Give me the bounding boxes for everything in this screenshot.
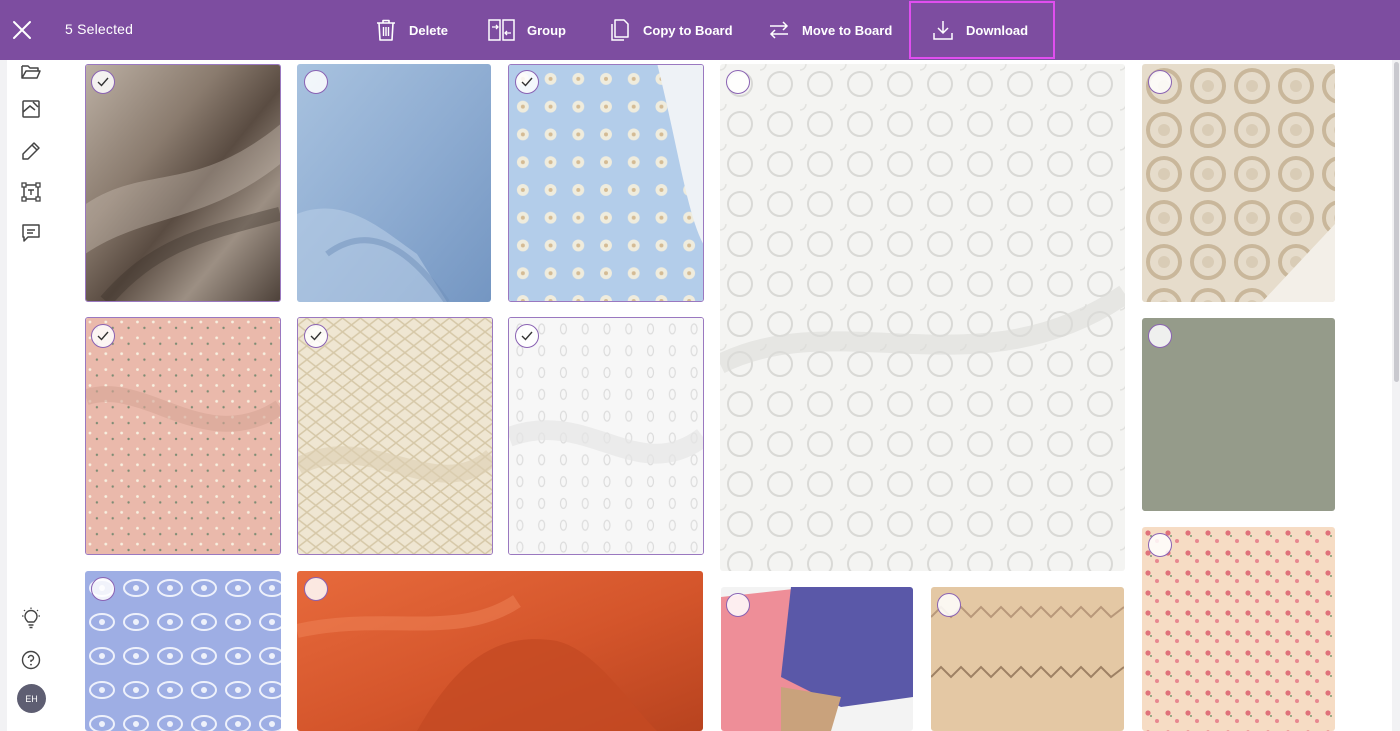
comment-button[interactable] <box>19 221 43 245</box>
copy-to-board-button[interactable]: Copy to Board <box>607 0 733 60</box>
left-tool-rail: EH <box>7 60 56 731</box>
board-canvas <box>56 60 1392 731</box>
tile-select-checkbox[interactable] <box>515 70 539 94</box>
tile-select-checkbox[interactable] <box>304 577 328 601</box>
folder-button[interactable] <box>19 60 43 84</box>
tile-select-checkbox[interactable] <box>937 593 961 617</box>
copy-to-board-label: Copy to Board <box>643 22 733 38</box>
download-icon <box>933 21 953 40</box>
trash-icon <box>377 19 395 41</box>
tile-select-checkbox[interactable] <box>304 324 328 348</box>
sage-green-swatch <box>1142 318 1335 511</box>
lightbulb-icon <box>22 607 40 629</box>
move-to-board-label: Move to Board <box>802 22 893 38</box>
image-tile-orange-twill[interactable] <box>297 571 703 731</box>
swap-arrows-icon <box>769 21 789 39</box>
tile-select-checkbox[interactable] <box>1148 533 1172 557</box>
tile-select-checkbox[interactable] <box>91 577 115 601</box>
close-icon <box>13 21 31 39</box>
check-icon <box>521 331 533 341</box>
image-tile-blue-embroidered[interactable] <box>85 571 281 731</box>
orange-twill-swatch <box>297 571 703 731</box>
tile-select-checkbox[interactable] <box>91 324 115 348</box>
image-tile-white-lace[interactable] <box>720 64 1125 571</box>
comment-icon <box>22 224 40 242</box>
image-tile-cream-knit[interactable] <box>297 317 493 555</box>
board-button[interactable] <box>19 97 43 121</box>
image-tile-brown-satin[interactable] <box>85 64 281 302</box>
group-label: Group <box>527 22 566 38</box>
pink-floral-swatch <box>86 318 280 554</box>
selection-toolbar: 5 Selected Delete Group Copy to Board Mo… <box>0 0 1400 60</box>
tile-select-checkbox[interactable] <box>304 70 328 94</box>
check-icon <box>310 331 322 341</box>
blue-eyelet-swatch <box>509 65 703 301</box>
image-tile-peach-floral[interactable] <box>1142 527 1335 731</box>
tile-select-checkbox[interactable] <box>91 70 115 94</box>
blue-fleece-swatch <box>297 64 491 302</box>
user-avatar[interactable]: EH <box>17 684 46 713</box>
group-icon <box>488 19 515 41</box>
image-tile-blue-fleece[interactable] <box>297 64 491 302</box>
patchwork-swatch <box>721 587 913 731</box>
tile-select-checkbox[interactable] <box>515 324 539 348</box>
text-frame-button[interactable] <box>19 180 43 204</box>
beige-crochet-swatch <box>1142 64 1335 302</box>
image-tile-pink-floral[interactable] <box>85 317 281 555</box>
peach-floral-swatch <box>1142 527 1335 731</box>
draw-button[interactable] <box>19 139 43 163</box>
brown-satin-swatch <box>86 65 280 301</box>
cream-knit-swatch <box>298 318 492 554</box>
download-button[interactable]: Download <box>909 1 1055 59</box>
check-icon <box>97 331 109 341</box>
white-eyelet-swatch <box>509 318 703 554</box>
tile-select-checkbox[interactable] <box>726 70 750 94</box>
check-icon <box>521 77 533 87</box>
check-icon <box>97 77 109 87</box>
vertical-scrollbar[interactable] <box>1394 62 1399 382</box>
folder-icon <box>21 65 41 79</box>
tile-select-checkbox[interactable] <box>726 593 750 617</box>
blue-embroidered-swatch <box>85 571 281 731</box>
download-label: Download <box>966 22 1029 38</box>
image-tile-pink-purple-patchwork[interactable] <box>721 587 913 731</box>
text-frame-icon <box>21 182 41 202</box>
tile-select-checkbox[interactable] <box>1148 324 1172 348</box>
delete-label: Delete <box>409 22 449 38</box>
pencil-icon <box>22 142 40 160</box>
image-tile-sage-green[interactable] <box>1142 318 1335 511</box>
image-tile-blue-eyelet[interactable] <box>508 64 704 302</box>
group-button[interactable]: Group <box>488 0 566 60</box>
close-selection-button[interactable] <box>9 17 35 43</box>
tips-button[interactable] <box>19 606 43 630</box>
move-to-board-button[interactable]: Move to Board <box>768 0 892 60</box>
help-button[interactable] <box>19 648 43 672</box>
white-lace-swatch <box>720 64 1125 571</box>
board-icon <box>22 100 40 118</box>
selected-count: 5 Selected <box>65 21 134 37</box>
help-icon <box>21 650 41 670</box>
tile-select-checkbox[interactable] <box>1148 70 1172 94</box>
delete-button[interactable]: Delete <box>375 0 448 60</box>
copy-icon <box>611 19 629 41</box>
image-tile-white-eyelet[interactable] <box>508 317 704 555</box>
image-tile-beige-crochet[interactable] <box>1142 64 1335 302</box>
